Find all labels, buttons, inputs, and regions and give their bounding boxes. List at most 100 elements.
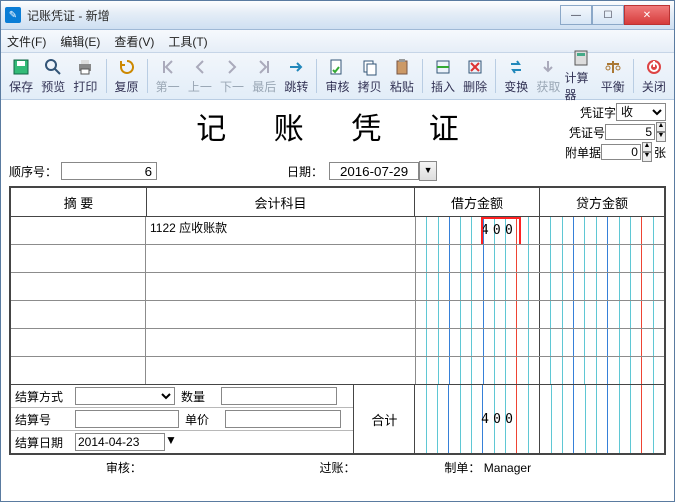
save-icon [12, 58, 30, 76]
settle-date-input[interactable] [75, 433, 165, 451]
cell-credit[interactable] [540, 217, 664, 244]
cell-account[interactable] [146, 357, 416, 384]
footer-maker-value: Manager [484, 461, 531, 475]
audit-button[interactable]: 审核 [321, 55, 353, 97]
jump-button[interactable]: 跳转 [280, 55, 312, 97]
power-icon [645, 58, 663, 76]
maximize-button[interactable]: ☐ [592, 5, 624, 25]
total-label: 合计 [354, 385, 415, 453]
table-row[interactable] [11, 301, 664, 329]
next-icon [223, 58, 241, 76]
prev-icon [191, 58, 209, 76]
footer-audit: 审核： [106, 461, 142, 475]
fetch-button[interactable]: 获取 [532, 55, 564, 97]
cell-debit[interactable] [416, 329, 540, 356]
calc-button[interactable]: 计算器 [565, 55, 597, 97]
qty-input[interactable] [221, 387, 337, 405]
table-row[interactable]: 1122 应收账款400 [11, 217, 664, 245]
menu-file[interactable]: 文件(F) [7, 33, 46, 50]
attach-label: 附单据 [565, 144, 601, 161]
settle-date-dropdown[interactable]: ▼ [165, 433, 177, 451]
balance-button[interactable]: 平衡 [597, 55, 629, 97]
preview-button[interactable]: 预览 [37, 55, 69, 97]
table-row[interactable] [11, 273, 664, 301]
paste-button[interactable]: 粘贴 [386, 55, 418, 97]
restore-button[interactable]: 复原 [110, 55, 142, 97]
cell-debit[interactable] [416, 301, 540, 328]
cell-credit[interactable] [540, 273, 664, 300]
insert-icon [434, 58, 452, 76]
minimize-button[interactable]: — [560, 5, 592, 25]
window-title: 记账凭证 - 新增 [27, 7, 110, 24]
col-account: 会计科目 [147, 188, 415, 216]
cell-account[interactable] [146, 301, 416, 328]
insert-button[interactable]: 插入 [427, 55, 459, 97]
copy-button[interactable]: 拷贝 [354, 55, 386, 97]
cell-account[interactable] [146, 273, 416, 300]
close-button[interactable]: ✕ [624, 5, 670, 25]
voucher-no-spinner[interactable]: ▲▼ [656, 122, 666, 142]
delete-button[interactable]: 删除 [459, 55, 491, 97]
cell-debit[interactable]: 400 [416, 217, 540, 244]
cell-debit[interactable] [416, 273, 540, 300]
change-button[interactable]: 变换 [500, 55, 532, 97]
cell-account[interactable] [146, 245, 416, 272]
menu-view[interactable]: 查看(V) [114, 33, 154, 50]
voucher-no-label: 凭证号 [569, 124, 605, 141]
cell-summary[interactable] [11, 273, 146, 300]
date-label: 日期： [287, 163, 323, 180]
prev-button[interactable]: 上一 [184, 55, 216, 97]
cell-summary[interactable] [11, 245, 146, 272]
qty-label: 数量 [175, 388, 221, 405]
date-input[interactable] [329, 162, 419, 180]
voucher-no-input[interactable] [605, 124, 655, 140]
voucher-word-select[interactable]: 收 [616, 103, 666, 121]
price-input[interactable] [225, 410, 341, 428]
paste-icon [393, 58, 411, 76]
table-row[interactable] [11, 245, 664, 273]
print-button[interactable]: 打印 [69, 55, 101, 97]
audit-icon [328, 58, 346, 76]
copy-icon [361, 58, 379, 76]
cell-account[interactable]: 1122 应收账款 [146, 217, 416, 244]
titlebar: ✎ 记账凭证 - 新增 — ☐ ✕ [1, 1, 674, 30]
cell-credit[interactable] [540, 301, 664, 328]
cell-summary[interactable] [11, 329, 146, 356]
settle-no-input[interactable] [75, 410, 179, 428]
cell-summary[interactable] [11, 217, 146, 244]
cell-account[interactable] [146, 329, 416, 356]
voucher-word-label: 凭证字 [580, 104, 616, 121]
table-row[interactable] [11, 357, 664, 384]
cell-debit[interactable] [416, 357, 540, 384]
table-row[interactable] [11, 329, 664, 357]
attach-unit: 张 [654, 144, 666, 161]
footer-post: 过账： [320, 461, 356, 475]
price-label: 单价 [179, 411, 225, 428]
preview-icon [44, 58, 62, 76]
app-icon: ✎ [5, 7, 21, 23]
settle-date-label: 结算日期 [11, 434, 75, 451]
total-debit: 400 [415, 385, 540, 453]
toolbar: 保存 预览 打印 复原 第一 上一 下一 最后 跳转 审核 拷贝 粘贴 插入 删… [1, 53, 674, 100]
change-icon [507, 58, 525, 76]
cell-debit[interactable] [416, 245, 540, 272]
date-dropdown-button[interactable]: ▼ [419, 161, 437, 181]
balance-icon [604, 58, 622, 76]
next-button[interactable]: 下一 [216, 55, 248, 97]
cell-credit[interactable] [540, 245, 664, 272]
seq-input[interactable] [61, 162, 157, 180]
close-tb-button[interactable]: 关闭 [638, 55, 670, 97]
menu-tool[interactable]: 工具(T) [168, 33, 207, 50]
cell-credit[interactable] [540, 357, 664, 384]
attach-spinner[interactable]: ▲▼ [642, 142, 652, 162]
menu-edit[interactable]: 编辑(E) [60, 33, 100, 50]
settle-method-select[interactable] [75, 387, 175, 405]
cell-credit[interactable] [540, 329, 664, 356]
attach-input[interactable] [601, 144, 641, 160]
cell-summary[interactable] [11, 357, 146, 384]
cell-summary[interactable] [11, 301, 146, 328]
last-button[interactable]: 最后 [248, 55, 280, 97]
save-button[interactable]: 保存 [5, 55, 37, 97]
first-button[interactable]: 第一 [152, 55, 184, 97]
footer: 审核： 过账： 制单： Manager [9, 455, 666, 479]
